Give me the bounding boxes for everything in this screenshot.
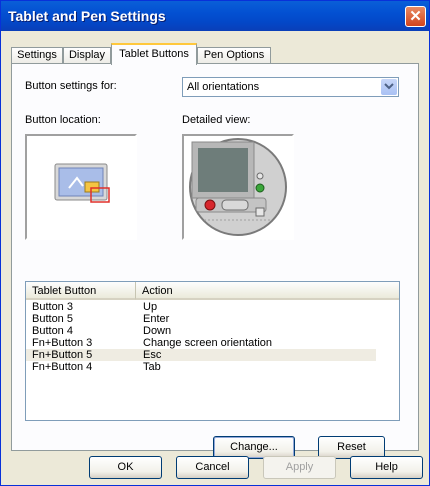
close-button[interactable]: ✕ <box>405 6 426 27</box>
row-button: Button 4 <box>32 325 73 337</box>
row-action: Up <box>143 301 158 313</box>
row-action: Tab <box>143 361 161 373</box>
help-button-label: Help <box>375 461 398 473</box>
row-button: Fn+Button 3 <box>32 337 93 349</box>
chevron-down-icon[interactable] <box>381 79 397 95</box>
column-header-action[interactable]: Action <box>136 282 399 300</box>
dialog-window: Tablet and Pen Settings ✕ Settings Displ… <box>0 0 430 486</box>
button-location-image <box>25 134 137 240</box>
column-header-tablet-button[interactable]: Tablet Button <box>26 282 136 300</box>
table-row[interactable]: Button 3 Up <box>26 301 376 313</box>
orientation-select-value: All orientations <box>187 81 260 93</box>
table-row-selected[interactable]: Fn+Button 5 Esc <box>26 349 376 361</box>
row-button: Button 3 <box>32 301 73 313</box>
tab-tablet-buttons[interactable]: Tablet Buttons <box>111 43 197 65</box>
table-row[interactable]: Fn+Button 3 Change screen orientation <box>26 337 376 349</box>
cancel-button-label: Cancel <box>195 461 230 473</box>
table-row[interactable]: Button 4 Down <box>26 325 376 337</box>
close-icon: ✕ <box>409 8 422 25</box>
row-action: Change screen orientation <box>143 337 273 349</box>
window-title: Tablet and Pen Settings <box>8 8 166 24</box>
apply-button[interactable]: Apply <box>263 456 336 479</box>
table-row[interactable]: Fn+Button 4 Tab <box>26 361 376 373</box>
row-action: Enter <box>143 313 170 325</box>
row-action: Esc <box>143 349 162 361</box>
reset-button-label: Reset <box>337 441 366 453</box>
tablet-button-list[interactable]: Tablet Button Action Button 3 Up Button … <box>25 281 400 421</box>
tab-settings[interactable]: Settings <box>11 47 63 64</box>
row-action: Down <box>143 325 172 337</box>
row-button: Fn+Button 5 <box>32 349 93 361</box>
ok-button[interactable]: OK <box>89 456 162 479</box>
row-button: Button 5 <box>32 313 73 325</box>
title-bar[interactable]: Tablet and Pen Settings ✕ <box>1 1 429 31</box>
tablet-location-icon <box>54 163 110 203</box>
dialog-client: Settings Display Tablet Buttons Pen Opti… <box>3 31 427 483</box>
change-button-label: Change... <box>230 441 278 453</box>
orientation-select[interactable]: All orientations <box>182 77 399 97</box>
tablet-detail-icon <box>189 138 287 236</box>
tab-display[interactable]: Display <box>63 47 111 64</box>
help-button[interactable]: Help <box>350 456 423 479</box>
apply-button-label: Apply <box>285 461 314 473</box>
table-row[interactable]: Button 5 Enter <box>26 313 376 325</box>
ok-button-label: OK <box>117 461 134 473</box>
detailed-view-label: Detailed view: <box>182 114 251 126</box>
button-settings-label: Button settings for: <box>25 80 117 92</box>
row-button: Fn+Button 4 <box>32 361 93 373</box>
tablet-buttons-panel: Button settings for: All orientations Bu… <box>11 63 419 459</box>
cancel-button[interactable]: Cancel <box>176 456 249 479</box>
detailed-view-image <box>182 134 294 240</box>
tab-pen-options[interactable]: Pen Options <box>197 47 271 64</box>
button-location-label: Button location: <box>25 114 101 126</box>
